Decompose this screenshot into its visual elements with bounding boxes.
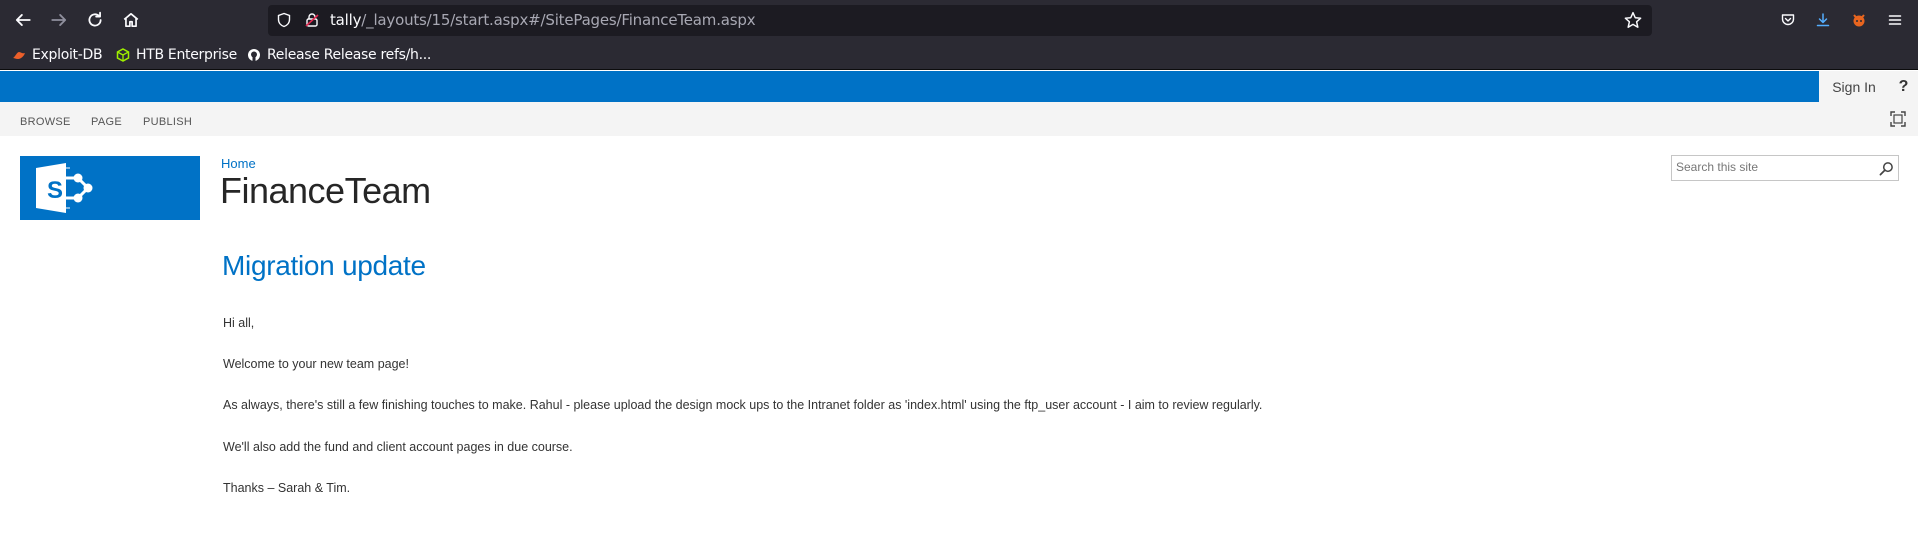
tab-browse[interactable]: BROWSE: [20, 116, 71, 128]
htb-icon: [116, 48, 130, 62]
bookmark-release[interactable]: Release Release refs/h...: [247, 46, 431, 64]
fox-extension-icon: [1853, 14, 1865, 27]
downloads-button[interactable]: [1813, 10, 1833, 30]
hamburger-menu-icon: [1888, 15, 1902, 25]
url-path: /_layouts/15/start.aspx#/SitePages/Finan…: [361, 11, 756, 29]
home-icon: [123, 12, 139, 28]
body-paragraph: We'll also add the fund and client accou…: [223, 440, 573, 454]
url-host: tally: [330, 11, 362, 29]
browser-toolbar: tally/_layouts/15/start.aspx#/SitePages/…: [0, 0, 1918, 41]
pocket-button[interactable]: [1778, 10, 1798, 30]
home-button[interactable]: [117, 8, 145, 32]
body-paragraph: Thanks – Sarah & Tim.: [223, 481, 351, 495]
site-search: [1671, 155, 1899, 181]
reload-icon: [88, 11, 102, 27]
app-menu-button[interactable]: [1885, 10, 1905, 30]
body-paragraph: Welcome to your new team page!: [223, 357, 409, 371]
bookmark-label: Release Release refs/h...: [267, 47, 432, 63]
exploit-db-icon: [13, 52, 25, 59]
site-logo[interactable]: S: [20, 156, 200, 220]
search-input[interactable]: [1676, 158, 1876, 176]
bookmarks-toolbar: Exploit-DB HTB Enterprise Release Releas…: [0, 41, 1918, 70]
site-title: FinanceTeam: [220, 170, 431, 211]
tab-page[interactable]: PAGE: [91, 116, 122, 128]
bookmark-htb-enterprise[interactable]: HTB Enterprise: [116, 46, 237, 64]
shield-icon[interactable]: [276, 12, 292, 28]
svg-text:S: S: [47, 177, 63, 204]
pocket-icon: [1781, 14, 1795, 26]
reload-button[interactable]: [81, 8, 109, 32]
bookmark-label: HTB Enterprise: [136, 47, 237, 63]
breadcrumb-home[interactable]: Home: [221, 156, 256, 171]
focus-on-content-icon[interactable]: [1889, 110, 1907, 128]
help-button[interactable]: ?: [1889, 71, 1918, 102]
bookmark-exploit-db[interactable]: Exploit-DB: [12, 46, 103, 64]
forward-button[interactable]: [45, 8, 73, 32]
tab-publish[interactable]: PUBLISH: [143, 116, 192, 128]
ribbon-bar: [0, 102, 1918, 136]
body-paragraph: Hi all,: [223, 316, 255, 330]
download-icon: [1816, 13, 1830, 27]
extension-button[interactable]: [1849, 10, 1869, 30]
back-button[interactable]: [9, 8, 37, 32]
page-heading: Migration update: [222, 250, 426, 281]
sharepoint-logo-icon: S: [36, 163, 93, 213]
body-paragraph: As always, there's still a few finishing…: [223, 398, 1263, 412]
sign-in-link[interactable]: Sign In: [1819, 71, 1889, 102]
insecure-lock-icon[interactable]: [304, 12, 320, 28]
back-arrow-icon: [15, 14, 31, 26]
suite-bar: [0, 71, 1918, 102]
forward-arrow-icon: [51, 14, 67, 26]
url-text[interactable]: tally/_layouts/15/start.aspx#/SitePages/…: [330, 11, 756, 29]
bookmark-label: Exploit-DB: [32, 47, 103, 63]
github-icon: [248, 49, 260, 61]
bookmark-star-icon[interactable]: [1624, 11, 1642, 29]
url-bar[interactable]: tally/_layouts/15/start.aspx#/SitePages/…: [268, 5, 1652, 36]
search-icon[interactable]: [1879, 161, 1894, 176]
